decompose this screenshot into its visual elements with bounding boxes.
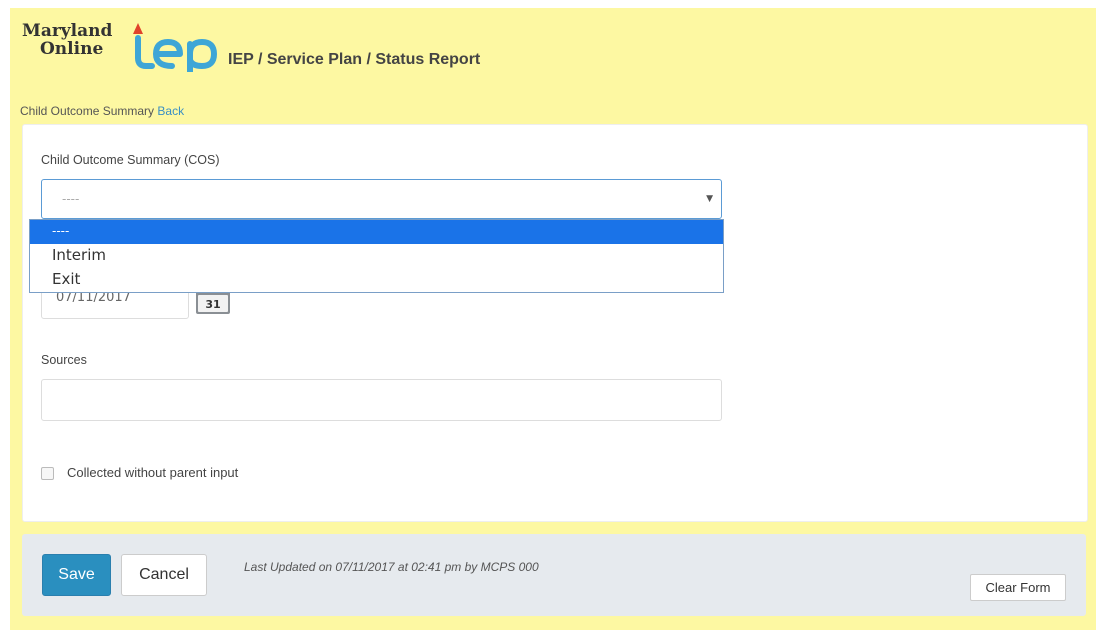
chevron-down-icon: ▼	[706, 194, 713, 204]
footer-bar: Save Cancel Last Updated on 07/11/2017 a…	[22, 534, 1086, 616]
app-container: Maryland Online IEP / Service Plan / Sta…	[10, 8, 1096, 630]
header: Maryland Online IEP / Service Plan / Sta…	[22, 20, 722, 80]
cos-dropdown-list: ---- Interim Exit	[29, 219, 724, 293]
clear-form-button[interactable]: Clear Form	[970, 574, 1066, 601]
cos-select[interactable]: ---- ▼	[41, 179, 722, 219]
logo-line-2: Online	[40, 39, 104, 59]
sources-label: Sources	[41, 353, 87, 367]
cancel-button[interactable]: Cancel	[121, 554, 207, 596]
cos-label: Child Outcome Summary (COS)	[41, 153, 220, 167]
iep-logo-icon	[133, 23, 218, 72]
cos-select-value: ----	[62, 192, 80, 206]
cos-option[interactable]: ----	[30, 220, 723, 244]
cos-option[interactable]: Interim	[30, 244, 723, 268]
last-updated-text: Last Updated on 07/11/2017 at 02:41 pm b…	[244, 560, 539, 574]
app-title: IEP / Service Plan / Status Report	[228, 51, 481, 68]
sources-input[interactable]	[41, 379, 722, 421]
back-link[interactable]: Back	[157, 104, 184, 118]
parent-input-checkbox[interactable]	[41, 467, 54, 480]
svg-text:31: 31	[205, 298, 220, 311]
cos-option[interactable]: Exit	[30, 268, 723, 292]
logo-text: Maryland Online	[22, 22, 112, 58]
form-panel: Child Outcome Summary (COS) ---- ▼ 07/11…	[22, 124, 1088, 522]
breadcrumb-current: Child Outcome Summary	[20, 104, 155, 118]
save-button[interactable]: Save	[42, 554, 111, 596]
logo-line-1: Maryland	[22, 21, 113, 41]
parent-input-checkbox-label: Collected without parent input	[67, 465, 239, 480]
breadcrumb: Child Outcome Summary Back	[20, 104, 184, 118]
